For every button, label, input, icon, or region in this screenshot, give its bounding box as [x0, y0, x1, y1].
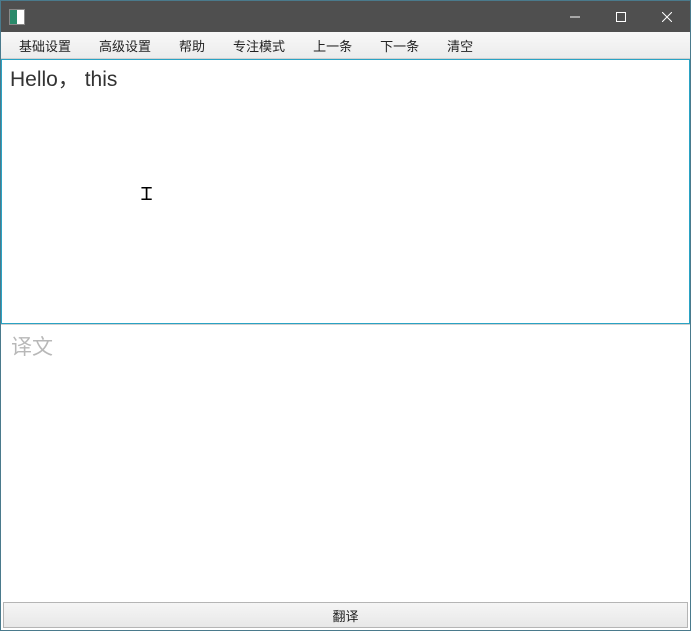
app-window: 基础设置 高级设置 帮助 专注模式 上一条 下一条 清空 Ꮖ 译文 翻译 — [0, 0, 691, 631]
minimize-icon — [570, 12, 580, 22]
maximize-button[interactable] — [598, 1, 644, 32]
menu-previous[interactable]: 上一条 — [299, 33, 366, 58]
menu-advanced-settings[interactable]: 高级设置 — [85, 33, 165, 58]
titlebar[interactable] — [1, 1, 690, 32]
source-input[interactable] — [2, 60, 689, 323]
content-area: Ꮖ 译文 — [1, 59, 690, 600]
menu-focus-mode[interactable]: 专注模式 — [219, 33, 299, 58]
close-icon — [662, 12, 672, 22]
app-icon — [9, 9, 25, 25]
menu-basic-settings[interactable]: 基础设置 — [5, 33, 85, 58]
menu-next[interactable]: 下一条 — [366, 33, 433, 58]
translate-label: 翻译 — [332, 606, 358, 625]
maximize-icon — [616, 12, 626, 22]
window-controls — [552, 1, 690, 32]
target-placeholder: 译文 — [11, 331, 680, 361]
translate-button[interactable]: 翻译 — [3, 602, 688, 628]
minimize-button[interactable] — [552, 1, 598, 32]
target-pane[interactable]: 译文 — [1, 324, 690, 600]
close-button[interactable] — [644, 1, 690, 32]
menu-help[interactable]: 帮助 — [165, 33, 219, 58]
menubar: 基础设置 高级设置 帮助 专注模式 上一条 下一条 清空 — [1, 32, 690, 59]
menu-clear[interactable]: 清空 — [433, 33, 487, 58]
source-pane: Ꮖ — [1, 59, 690, 324]
